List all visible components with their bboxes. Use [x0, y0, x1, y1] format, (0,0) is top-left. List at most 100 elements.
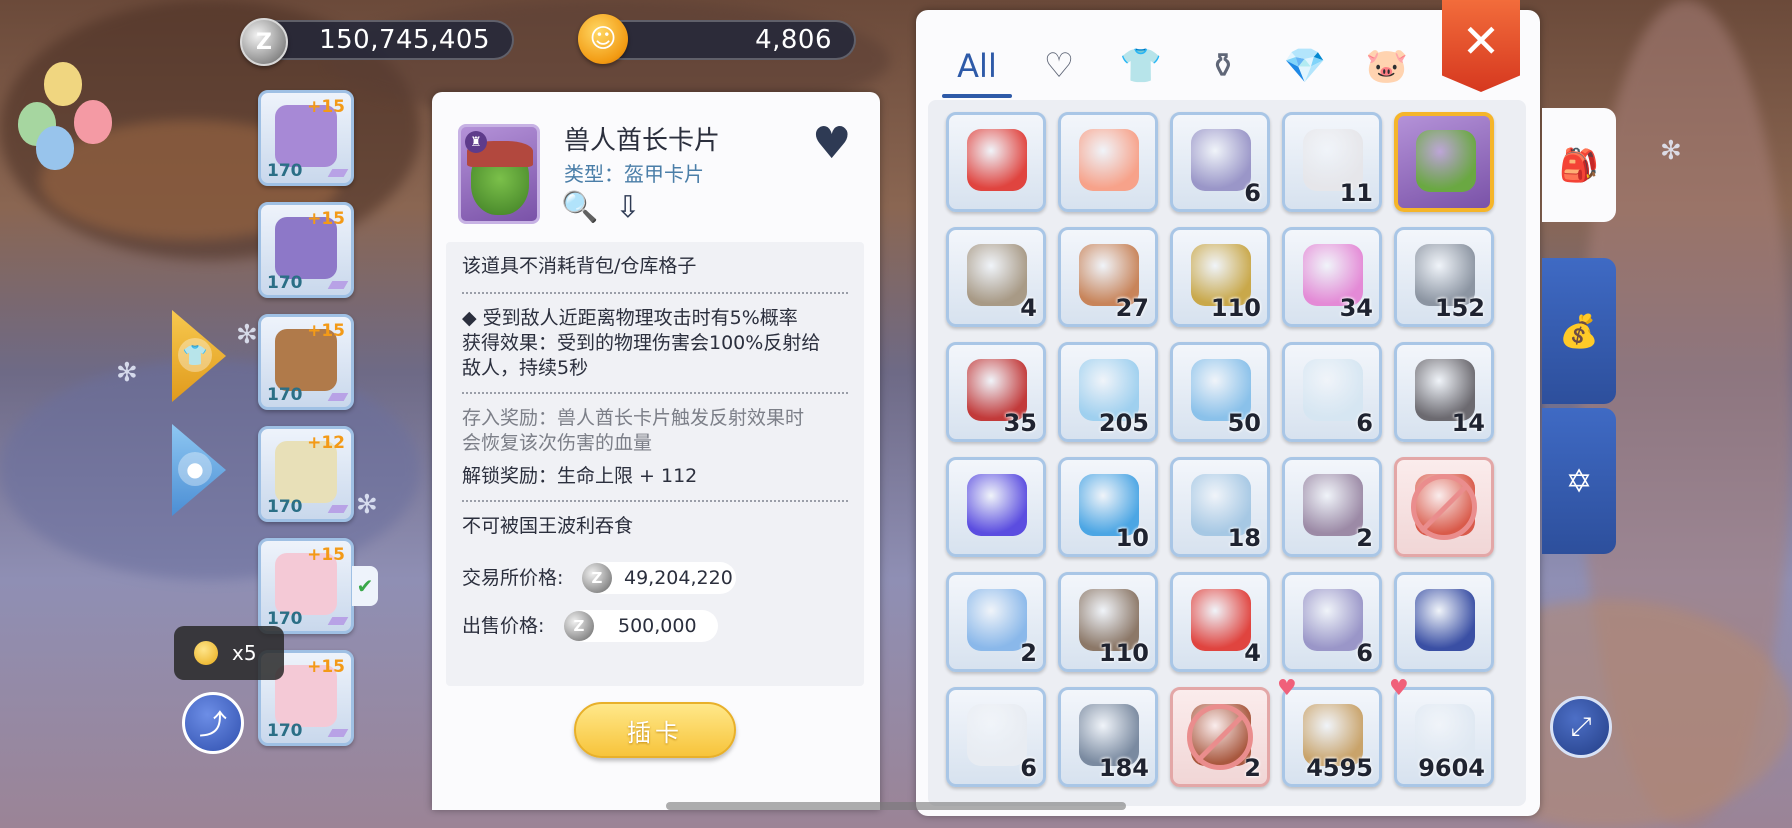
zeny-bag-tab[interactable]: 💰 — [1542, 258, 1616, 404]
zeny-amount: 150,745,405 — [319, 25, 490, 55]
exchange-price: Z 49,204,220 — [582, 562, 736, 594]
item-count: 11 — [1339, 179, 1373, 207]
balloon-decoration — [44, 62, 82, 106]
backpack-tab[interactable]: 🎒 — [1542, 108, 1616, 222]
inventory-slot-feather[interactable]: ♥ 9604 — [1389, 676, 1494, 787]
inventory-slot-locked-feather[interactable] — [1394, 457, 1494, 557]
inventory-slot-red-bag[interactable] — [946, 112, 1046, 212]
refine-level: +15 — [307, 209, 345, 229]
inventory-slot-potion-flask[interactable] — [1058, 112, 1158, 212]
sell-price-label: 出售价格: — [462, 615, 545, 637]
inventory-slot-skull-mask[interactable]: 27 — [1058, 227, 1158, 327]
inventory-slot-locked-branch[interactable]: 2 — [1170, 687, 1270, 787]
inventory-slot-chest[interactable]: 184 — [1058, 687, 1158, 787]
inventory-slot-red-orb[interactable]: 4 — [1170, 572, 1270, 672]
balloon-decoration — [36, 126, 74, 170]
item-count: 27 — [1115, 294, 1149, 322]
shirt-icon: 👕 — [178, 338, 212, 372]
insert-card-button[interactable]: 插卡 — [574, 702, 736, 758]
favorite-heart-icon[interactable]: ♥ — [812, 122, 851, 166]
tab-potion-icon[interactable]: ⚱ — [1182, 32, 1264, 100]
inventory-slot-dark-ball[interactable]: 14 — [1394, 342, 1494, 442]
equipment-slot[interactable]: +15 170 — [258, 538, 354, 634]
effect-line-1: ◆ 受到敌人近距离物理攻击时有5%概率 — [462, 307, 798, 329]
close-button[interactable]: ✕ — [1442, 0, 1520, 92]
backpack-icon: 🎒 — [1559, 146, 1599, 184]
tab-shirt-icon[interactable]: 👕 — [1100, 32, 1182, 100]
inventory-slot-cloth[interactable]: 6 — [946, 687, 1046, 787]
item-count: 9604 — [1418, 754, 1485, 782]
share-button[interactable]: ⤴ — [182, 692, 244, 754]
equipped-check-icon: ✔ — [352, 566, 378, 606]
inventory-slot-snow-pile[interactable]: 6 — [1282, 342, 1382, 442]
item-count: 35 — [1003, 409, 1037, 437]
tab-all-tab[interactable]: All — [936, 32, 1018, 100]
inventory-slot-disc[interactable]: 6 — [1170, 112, 1270, 212]
equipment-slot[interactable]: +15 170 — [258, 202, 354, 298]
inventory-slot-crystal-shard[interactable]: 18 — [1170, 457, 1270, 557]
unlock-reward: 解锁奖励：生命上限 + 112 — [462, 465, 698, 487]
close-icon: ✕ — [1461, 14, 1501, 68]
download-icon[interactable]: ⇩ — [608, 188, 648, 226]
item-count: 10 — [1115, 524, 1149, 552]
snowflake-decoration: ✻ — [1660, 136, 1682, 166]
inventory-slot-horn[interactable]: 110 — [1058, 572, 1158, 672]
divider — [462, 292, 848, 294]
no-space-note: 该道具不消耗背包/仓库格子 — [462, 255, 697, 277]
inventory-slot-fish-lure[interactable]: 110 — [1170, 227, 1270, 327]
exchange-price-value: 49,204,220 — [624, 567, 733, 589]
coin-count: x5 — [232, 641, 257, 665]
inventory-panel: All ♡ 👕 ⚱ 💎 🐷 ✕ 6 11 4 27 110 34 152 35 205 50 6 14 10 18 2… — [916, 0, 1540, 816]
refine-level: +15 — [307, 97, 345, 117]
inventory-slot-disc-2[interactable]: 6 — [1282, 572, 1382, 672]
inventory-slot-button-coin[interactable]: 4 — [946, 227, 1046, 327]
hexagram-tab[interactable]: ✡ — [1542, 408, 1616, 554]
expand-icon: ⤢ — [1570, 711, 1592, 742]
item-count: 6 — [1244, 179, 1261, 207]
tab-heart-icon[interactable]: ♡ — [1018, 32, 1100, 100]
inventory-grid: 6 11 4 27 110 34 152 35 205 50 6 14 10 18 2 2 110 4 6 6 184 2… — [928, 100, 1526, 806]
red-orb-icon — [1191, 589, 1251, 651]
balloon-decoration — [74, 100, 112, 144]
inspect-icon[interactable]: 🔍 — [560, 188, 600, 226]
item-count: 4 — [1244, 639, 1261, 667]
tab-card-icon[interactable]: 🐷 — [1346, 32, 1428, 100]
effect-line-3: 敌人，持续5秒 — [462, 357, 589, 379]
disc-icon — [1191, 129, 1251, 191]
inventory-slot-blue-gem[interactable]: 10 — [1058, 457, 1158, 557]
inventory-slot-purple-flame[interactable] — [946, 457, 1046, 557]
item-count: 2 — [1020, 639, 1037, 667]
item-count: 6 — [1356, 639, 1373, 667]
boots-icon — [1415, 589, 1475, 651]
item-count: 205 — [1098, 409, 1149, 437]
deposit-reward-line-2: 会恢复该次伤害的血量 — [462, 432, 653, 454]
divider — [462, 392, 848, 394]
inventory-slot-snowflake[interactable]: 50 — [1170, 342, 1270, 442]
inventory-slot-butterfly-wing[interactable]: ♥ 4595 — [1277, 676, 1382, 787]
inventory-slot-ice-crystal[interactable]: 205 — [1058, 342, 1158, 442]
inventory-slot-white-jar[interactable]: 11 — [1282, 112, 1382, 212]
refine-level: +12 — [307, 433, 345, 453]
potion-flask-icon — [1079, 129, 1139, 191]
zeny-bag-icon: 💰 — [1559, 312, 1599, 350]
equipment-slot[interactable]: +15 170 — [258, 90, 354, 186]
refine-level: +15 — [307, 545, 345, 565]
item-detail-panel: ♜ 兽人酋长卡片 类型：盔甲卡片 ♥ 🔍 ⇩ 该道具不消耗背包/仓库格子 ◆ 受… — [432, 92, 880, 810]
inventory-slot-ice-spikes[interactable]: 2 — [946, 572, 1046, 672]
inventory-slot-boots[interactable] — [1394, 572, 1494, 672]
inventory-slot-orc-card[interactable] — [1394, 112, 1494, 212]
expand-button[interactable]: ⤢ — [1550, 696, 1612, 758]
horizontal-scrollbar[interactable] — [666, 802, 1126, 810]
inventory-slot-gray-rock[interactable]: 2 — [1282, 457, 1382, 557]
button-coin-icon — [967, 244, 1027, 306]
item-level: 170 — [267, 273, 303, 293]
equipment-slot[interactable]: +12 170 — [258, 426, 354, 522]
armor-badge-icon: ♜ — [465, 131, 487, 153]
inventory-slot-pink-glow[interactable]: 34 — [1282, 227, 1382, 327]
tab-diamond-icon[interactable]: 💎 — [1264, 32, 1346, 100]
item-level: 170 — [267, 497, 303, 517]
inventory-slot-stocking[interactable]: 35 — [946, 342, 1046, 442]
equipment-slot[interactable]: +15 170 — [258, 314, 354, 410]
sell-price-value: 500,000 — [618, 615, 697, 637]
inventory-slot-stone[interactable]: 152 — [1394, 227, 1494, 327]
